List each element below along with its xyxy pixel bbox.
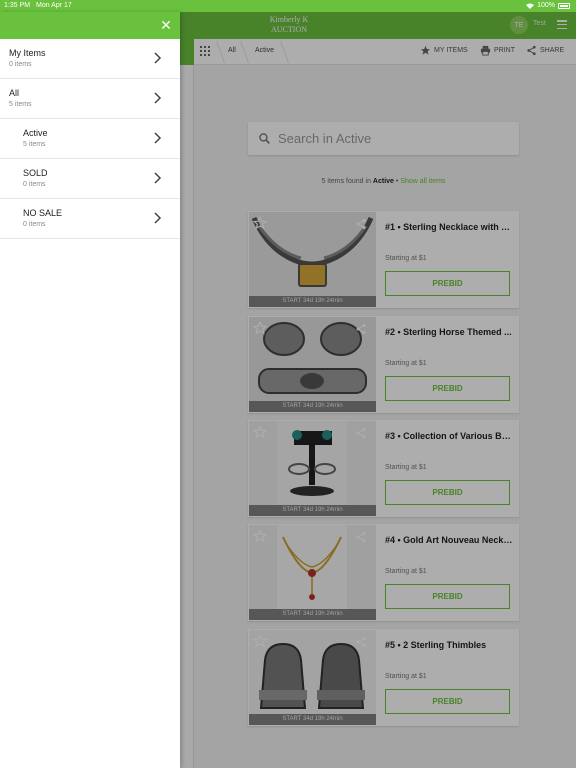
drawer-backdrop[interactable] bbox=[180, 12, 576, 768]
drawer-item-no-sale[interactable]: NO SALE 0 items bbox=[0, 199, 180, 239]
chevron-right-icon bbox=[154, 52, 162, 64]
status-date: Mon Apr 17 bbox=[36, 2, 72, 9]
drawer-item-count: 0 items bbox=[23, 181, 46, 188]
chevron-right-icon bbox=[154, 212, 162, 224]
drawer-item-count: 5 items bbox=[23, 141, 46, 148]
drawer-item-label: NO SALE bbox=[23, 208, 63, 218]
navigation-drawer: ✕ My Items 0 items All 5 items Active 5 … bbox=[0, 12, 180, 768]
chevron-right-icon bbox=[154, 92, 162, 104]
drawer-item-count: 5 items bbox=[9, 101, 32, 108]
status-time: 1:35 PM bbox=[4, 2, 31, 9]
drawer-item-active[interactable]: Active 5 items bbox=[0, 119, 180, 159]
chevron-right-icon bbox=[154, 172, 162, 184]
chevron-right-icon bbox=[154, 132, 162, 144]
close-icon[interactable]: ✕ bbox=[160, 18, 172, 32]
drawer-item-label: Active bbox=[23, 128, 48, 138]
drawer-item-count: 0 items bbox=[9, 61, 32, 68]
battery-percent: 100% bbox=[537, 2, 555, 9]
drawer-item-label: My Items bbox=[9, 48, 46, 58]
status-right: 100% bbox=[526, 2, 570, 9]
drawer-item-label: SOLD bbox=[23, 168, 48, 178]
drawer-item-count: 0 items bbox=[23, 221, 46, 228]
status-bar: 1:35 PM Mon Apr 17 100% bbox=[0, 0, 576, 12]
wifi-icon bbox=[526, 3, 535, 9]
drawer-item-my-items[interactable]: My Items 0 items bbox=[0, 39, 180, 79]
battery-icon bbox=[558, 2, 570, 9]
drawer-item-all[interactable]: All 5 items bbox=[0, 79, 180, 119]
drawer-header: ✕ bbox=[0, 12, 180, 39]
drawer-item-sold[interactable]: SOLD 0 items bbox=[0, 159, 180, 199]
drawer-item-label: All bbox=[9, 88, 20, 98]
